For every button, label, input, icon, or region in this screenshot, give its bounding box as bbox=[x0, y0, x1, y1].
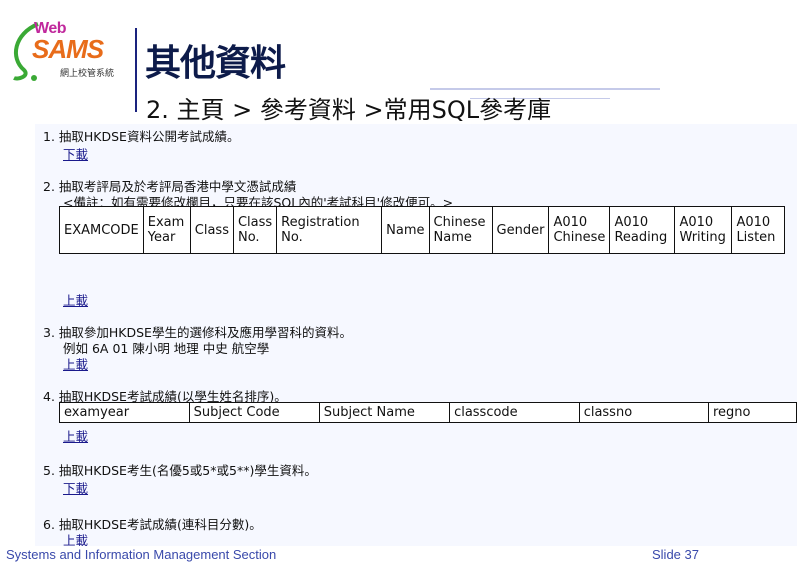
table-cell: Registration No. bbox=[276, 206, 383, 254]
table-cell: A010 Reading bbox=[609, 206, 676, 254]
item-5-link[interactable]: 下載 bbox=[63, 478, 88, 497]
table-cell: examyear bbox=[59, 402, 190, 423]
footer-section: Systems and Information Management Secti… bbox=[6, 547, 277, 562]
fields-table-4: examyear Subject Code Subject Name class… bbox=[59, 402, 797, 423]
table-cell: Class bbox=[189, 206, 234, 254]
table-cell: Name bbox=[381, 206, 430, 254]
item-3-link[interactable]: 上載 bbox=[63, 354, 88, 373]
table-cell: regno bbox=[707, 402, 797, 423]
item-5-label: 5. 抽取HKDSE考生(名優5或5*或5**)學生資料。 bbox=[43, 463, 317, 478]
logo-subtitle: 網上校管系統 bbox=[60, 69, 115, 79]
table-cell: EXAMCODE bbox=[59, 206, 144, 254]
logo-sams: SAMS bbox=[32, 34, 104, 64]
item-6-link[interactable]: 上載 bbox=[63, 530, 88, 546]
table-cell: Class No. bbox=[232, 206, 278, 254]
table-cell: Gender bbox=[491, 206, 550, 254]
table-cell: Subject Name bbox=[318, 402, 451, 423]
item-3-note: 例如 6A 01 陳小明 地理 中史 航空學 bbox=[63, 341, 270, 356]
table-cell: A010 Chinese bbox=[548, 206, 611, 254]
table-cell: Chinese Name bbox=[428, 206, 493, 254]
page-title: 其他資料 bbox=[145, 42, 286, 84]
table-cell: classcode bbox=[449, 402, 580, 423]
table-cell: A010 Writing bbox=[674, 206, 733, 254]
item-2-link[interactable]: 上載 bbox=[63, 290, 88, 309]
table-cell: classno bbox=[578, 402, 709, 423]
breadcrumb: 2. 主頁 > 參考資料 >常用SQL參考庫 bbox=[146, 96, 552, 124]
slide-number: Slide 37 bbox=[652, 547, 699, 562]
table-cell: Exam Year bbox=[142, 206, 191, 254]
header-divider bbox=[135, 28, 137, 112]
item-4-link[interactable]: 上載 bbox=[63, 426, 88, 445]
item-1-label: 1. 抽取HKDSE資料公開考試成績。 bbox=[43, 129, 240, 144]
table-cell: A010 Listen bbox=[731, 206, 786, 254]
content-panel: 1. 抽取HKDSE資料公開考試成績。 下載 2. 抽取考評局及於考評局香港中學… bbox=[35, 124, 797, 546]
slide-footer: Systems and Information Management Secti… bbox=[0, 546, 797, 567]
table-cell: Subject Code bbox=[188, 402, 320, 423]
item-1-link[interactable]: 下載 bbox=[63, 144, 88, 163]
websams-logo: Web SAMS 網上校管系統 bbox=[8, 18, 134, 88]
fields-table-2: EXAMCODE Exam Year Class Class No. Regis… bbox=[59, 206, 786, 254]
